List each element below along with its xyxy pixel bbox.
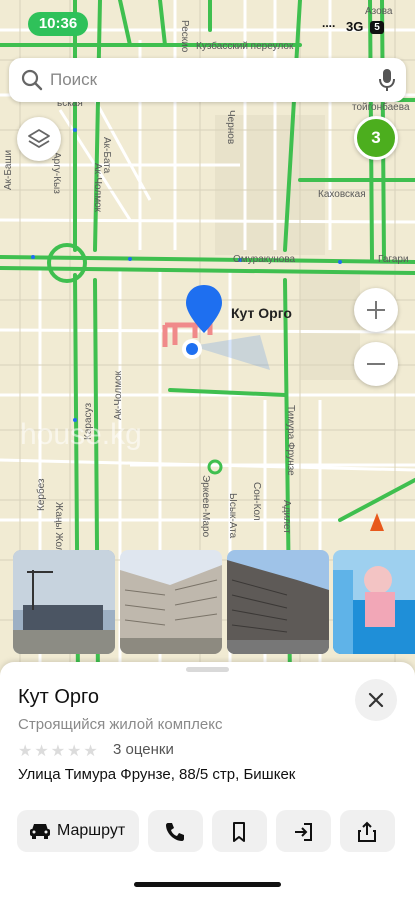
call-button[interactable] [148, 810, 203, 852]
route-button[interactable]: Маршрут [17, 810, 139, 852]
layers-button[interactable] [17, 117, 61, 161]
action-bar: Маршрут [0, 810, 415, 854]
zoom-out-button[interactable] [354, 342, 398, 386]
drag-handle[interactable] [186, 667, 229, 672]
route-label: Маршрут [57, 822, 126, 839]
street-label-ak-cholmok-2: Ак-Чолмок [113, 370, 124, 420]
minus-icon [367, 363, 385, 365]
street-label-omurakunova: Омуракунова [233, 254, 296, 265]
watermark: house.kg [20, 418, 142, 451]
plus-icon [367, 301, 385, 319]
photo-strip[interactable] [0, 550, 415, 654]
place-address: Улица Тимура Фрунзе, 88/5 стр, Бишкек [18, 766, 296, 783]
street-label-erkeev: Эркеев-Маро [200, 475, 211, 538]
status-bar: 10:36 .... 3G 5 [0, 10, 415, 36]
street-label-chernov: Чернов [225, 110, 236, 145]
street-label-son-kol: Сон-Кол [251, 482, 262, 521]
battery-icon: 5 [370, 21, 384, 34]
bookmark-icon [233, 822, 245, 842]
street-label-kakhovskaya: Каховская [318, 189, 366, 200]
entrance-icon [295, 823, 312, 841]
street-label-timura-frunze: Тимура Фрунзе [285, 405, 296, 476]
street-label-kuzbass: Кузбасский переулок [196, 41, 294, 52]
photo-thumbnail[interactable] [120, 550, 222, 654]
photo-thumbnail[interactable] [13, 550, 115, 654]
street-label-gagarin: Гагари [378, 254, 409, 265]
rating-count[interactable]: 3 оценки [113, 741, 174, 758]
street-label-ak-cholmok-1: Ак-Чолмок [92, 163, 103, 213]
search-bar[interactable]: Поиск [9, 58, 406, 102]
place-marker[interactable] [184, 283, 224, 340]
close-icon [368, 692, 384, 708]
bookmark-button[interactable] [212, 810, 267, 852]
street-label-ak-bashi: Ак-Баши [3, 149, 14, 190]
street-label-adilet: Адилет [281, 500, 292, 534]
close-button[interactable] [355, 679, 397, 721]
street-label-argu-kyz: Аргу-Кыз [51, 152, 62, 194]
share-button[interactable] [340, 810, 395, 852]
place-title: Кут Орго [18, 686, 100, 708]
street-label-ysyk-ata: Ысык-Ата [227, 493, 238, 539]
car-icon [30, 824, 50, 839]
photo-thumbnail[interactable] [333, 550, 415, 654]
layers-icon [28, 129, 50, 148]
street-label-toygonbaeva: тойгонбаева [352, 102, 410, 113]
microphone-icon[interactable] [379, 68, 395, 97]
network-type: 3G [346, 19, 364, 34]
marker-label: Кут Орго [231, 305, 292, 321]
street-label-kerbez: Кербез [36, 478, 47, 512]
navigation-arrow-icon [370, 513, 384, 536]
zoom-in-button[interactable] [354, 288, 398, 332]
share-icon [358, 821, 376, 842]
signal-icon: .... [322, 16, 336, 30]
place-category: Строящийся жилой комплекс [18, 716, 223, 733]
search-icon [21, 69, 43, 96]
place-card[interactable]: Кут Орго Строящийся жилой комплекс ★★★★★… [0, 662, 415, 900]
home-indicator[interactable] [134, 882, 281, 887]
rating-stars[interactable]: ★★★★★ [18, 741, 100, 761]
entrance-button[interactable] [276, 810, 331, 852]
status-time: 10:36 [28, 12, 88, 36]
current-location-icon [181, 338, 203, 365]
cluster-badge[interactable]: 3 [354, 116, 398, 160]
search-input[interactable]: Поиск [50, 70, 97, 90]
phone-icon [166, 823, 184, 841]
photo-thumbnail[interactable] [227, 550, 329, 654]
